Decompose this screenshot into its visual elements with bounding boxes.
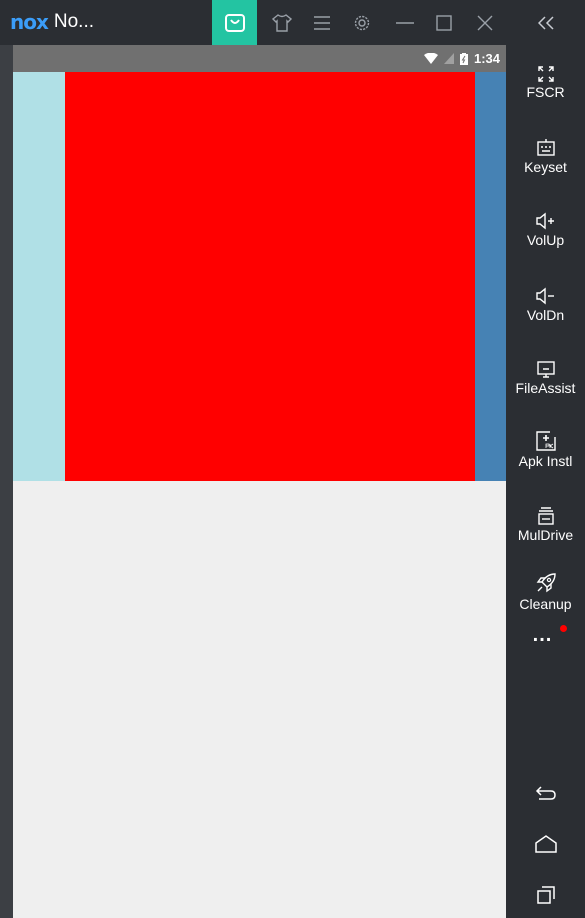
fullscreen-icon <box>537 66 554 82</box>
store-icon <box>224 13 245 32</box>
app-logo: nox No... <box>10 10 95 34</box>
multi-drive-icon <box>537 507 554 525</box>
nox-logo: nox <box>10 10 49 34</box>
steel-blue-panel <box>475 72 506 481</box>
signal-icon <box>443 53 454 64</box>
sidebar-item-voldn[interactable]: VolDn <box>506 275 585 335</box>
sidebar-item-label: Apk Instl <box>518 453 573 469</box>
sidebar-item-fileassist[interactable]: FileAssist <box>506 348 585 408</box>
android-screen[interactable] <box>13 72 506 918</box>
collapse-toolbar-button[interactable] <box>506 0 585 45</box>
close-icon <box>477 15 493 30</box>
maximize-icon <box>436 14 452 31</box>
settings-button[interactable] <box>342 0 382 45</box>
back-button[interactable] <box>506 776 585 810</box>
sidebar-item-label: FileAssist <box>515 380 576 396</box>
home-button[interactable] <box>506 827 585 861</box>
menu-icon <box>314 15 330 30</box>
sidebar-item-volup[interactable]: VolUp <box>506 200 585 260</box>
android-status-bar: 1:34 <box>13 45 506 72</box>
sidebar-item-label: Keyset <box>524 159 567 175</box>
status-clock: 1:34 <box>473 51 500 66</box>
battery-icon <box>459 52 468 65</box>
back-icon <box>535 786 556 800</box>
title-bar: nox No... <box>0 0 506 45</box>
minimize-button[interactable] <box>385 0 425 45</box>
recents-button[interactable] <box>506 878 585 912</box>
file-assist-icon <box>536 361 555 378</box>
sidebar-item-label: FSCR <box>526 84 565 100</box>
recents-icon <box>536 886 555 904</box>
maximize-button[interactable] <box>425 0 463 45</box>
store-button[interactable] <box>212 0 257 45</box>
sidebar-item-keyset[interactable]: Keyset <box>506 127 585 187</box>
minimize-icon <box>396 21 414 24</box>
sidebar-item-fscr[interactable]: FSCR <box>506 52 585 112</box>
window-left-edge <box>0 45 13 918</box>
right-toolbar: FSCR Keyset VolUp VolDn FileAssist Apk I… <box>506 0 585 918</box>
sidebar-item-label: Cleanup <box>519 596 572 612</box>
red-panel <box>65 72 475 481</box>
close-button[interactable] <box>464 0 506 45</box>
keyboard-icon <box>536 139 555 156</box>
notification-dot <box>560 625 567 632</box>
wifi-icon <box>423 53 438 64</box>
more-button[interactable]: ... <box>506 620 585 650</box>
window-title: No... <box>53 11 95 32</box>
volume-down-icon <box>535 287 554 305</box>
double-chevron-left-icon <box>537 15 554 30</box>
sidebar-item-label: MulDrive <box>517 527 574 543</box>
sidebar-item-label: VolDn <box>526 307 565 323</box>
sidebar-item-apk-instl[interactable]: Apk Instl <box>506 421 585 481</box>
rocket-icon <box>536 573 556 593</box>
more-icon: ... <box>532 624 553 646</box>
volume-up-icon <box>535 212 554 230</box>
sidebar-item-cleanup[interactable]: Cleanup <box>506 564 585 624</box>
skin-button[interactable] <box>262 0 302 45</box>
home-icon <box>534 835 557 853</box>
settings-icon <box>354 15 370 30</box>
menu-button[interactable] <box>305 0 339 45</box>
apk-install-icon <box>535 431 556 451</box>
skin-icon <box>272 13 292 32</box>
light-blue-panel <box>13 72 65 481</box>
sidebar-item-label: VolUp <box>526 232 565 248</box>
sidebar-item-muldrive[interactable]: MulDrive <box>506 495 585 555</box>
